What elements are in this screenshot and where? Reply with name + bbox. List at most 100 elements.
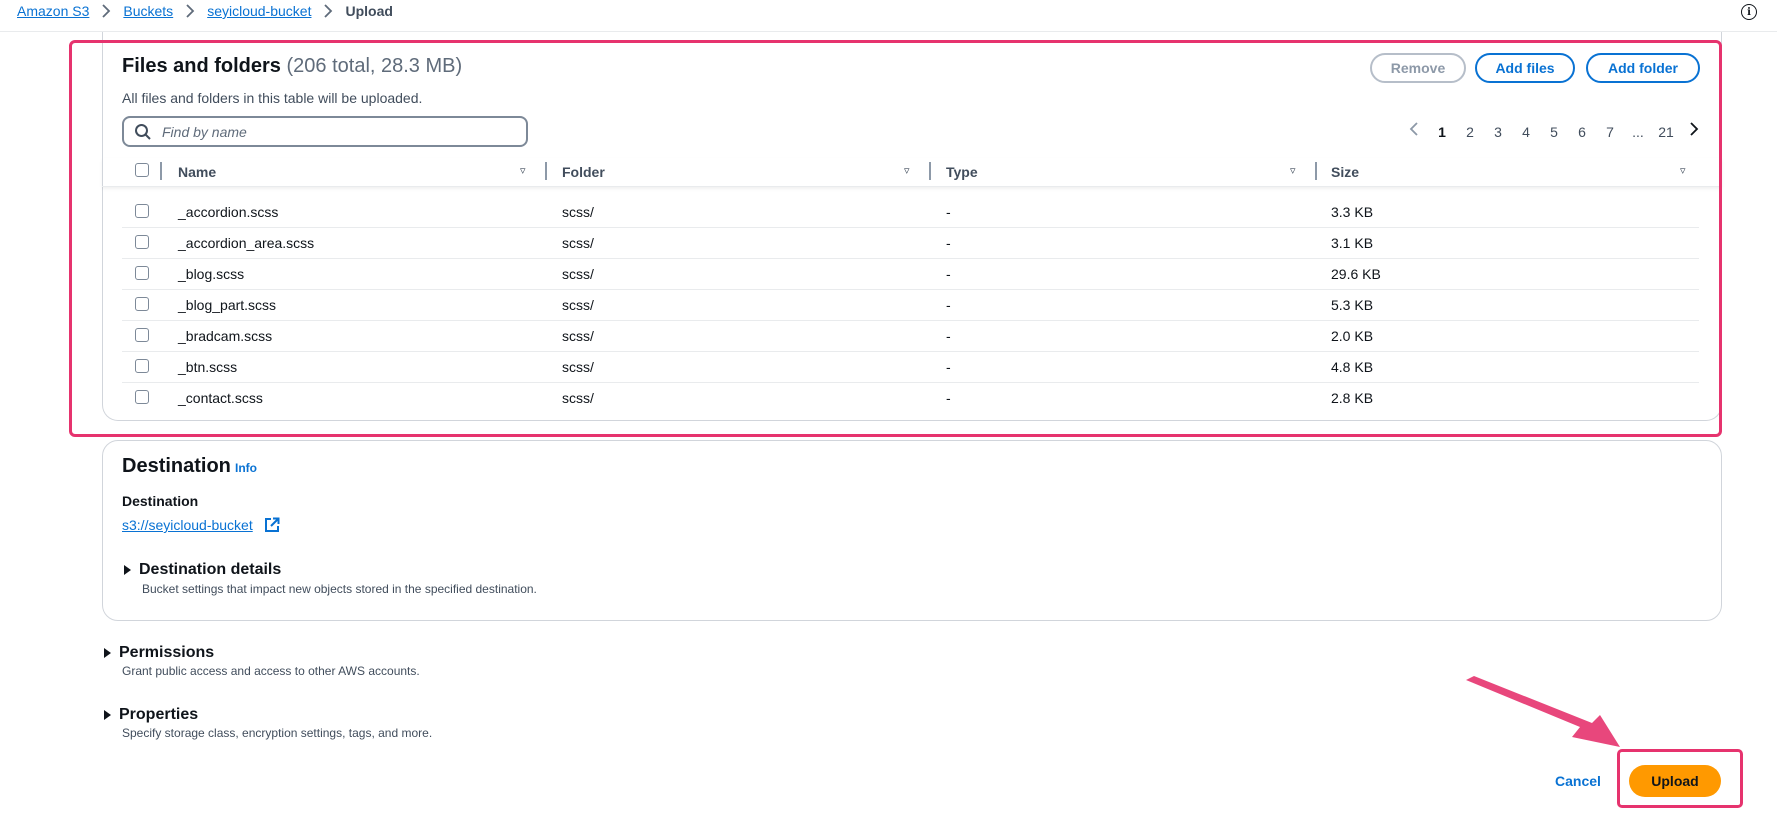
pagination: 1 2 3 4 5 6 7 ... 21 — [1400, 122, 1708, 141]
search-box — [122, 116, 528, 147]
page-1[interactable]: 1 — [1428, 124, 1456, 140]
file-folder: scss/ — [562, 235, 594, 251]
chevron-right-icon — [317, 3, 339, 19]
file-name: _accordion_area.scss — [178, 235, 315, 251]
table-header: Name ▿ Folder ▿ Type ▿ Size ▿ — [102, 158, 1722, 187]
column-divider[interactable] — [545, 162, 547, 180]
table-row: _contact.scss scss/ - 2.8 KB — [122, 382, 1699, 413]
file-size: 2.8 KB — [1331, 390, 1374, 406]
file-name: _blog.scss — [178, 266, 245, 282]
page-3[interactable]: 3 — [1484, 124, 1512, 140]
file-size: 3.1 KB — [1331, 235, 1374, 251]
file-type: - — [946, 328, 951, 344]
file-type: - — [946, 390, 951, 406]
cancel-button[interactable]: Cancel — [1555, 773, 1601, 789]
sort-folder-icon[interactable]: ▿ — [904, 164, 910, 177]
external-link-icon[interactable] — [264, 517, 280, 533]
pointer-arrow-annotation — [1466, 676, 1620, 747]
row-checkbox[interactable] — [135, 328, 149, 342]
properties-title: Properties — [119, 706, 199, 723]
column-divider — [160, 162, 162, 180]
file-type: - — [946, 297, 951, 313]
breadcrumb-amazon-s3[interactable]: Amazon S3 — [17, 3, 89, 19]
page-ellipsis: ... — [1632, 123, 1644, 140]
file-type: - — [946, 359, 951, 375]
sort-size-icon[interactable]: ▿ — [1680, 164, 1686, 177]
file-size: 29.6 KB — [1331, 266, 1381, 282]
table-row: _blog_part.scss scss/ - 5.3 KB — [122, 289, 1699, 321]
search-input[interactable] — [160, 122, 504, 141]
page-6[interactable]: 6 — [1568, 124, 1596, 140]
column-divider[interactable] — [1315, 162, 1317, 180]
page-21[interactable]: 21 — [1652, 124, 1680, 140]
column-header-name[interactable]: Name — [178, 164, 216, 180]
breadcrumb: Amazon S3 Buckets seyicloud-bucket Uploa… — [17, 3, 393, 19]
destination-title: Destination — [122, 455, 231, 477]
caret-right-icon — [104, 648, 111, 658]
file-type: - — [946, 204, 951, 220]
file-type: - — [946, 266, 951, 282]
destination-details-toggle[interactable]: Destination details — [124, 561, 281, 579]
destination-url-link[interactable]: s3://seyicloud-bucket — [122, 517, 253, 533]
file-folder: scss/ — [562, 359, 594, 375]
file-name: _blog_part.scss — [178, 297, 277, 313]
file-name: _contact.scss — [178, 390, 263, 406]
select-all-checkbox[interactable] — [135, 163, 149, 177]
breadcrumb-buckets[interactable]: Buckets — [123, 3, 173, 19]
destination-info-link[interactable]: Info — [235, 461, 257, 475]
file-size: 2.0 KB — [1331, 328, 1374, 344]
page-7[interactable]: 7 — [1596, 124, 1624, 140]
chevron-right-icon — [179, 3, 201, 19]
properties-description: Specify storage class, encryption settin… — [122, 726, 433, 740]
file-name: _accordion.scss — [178, 204, 279, 220]
add-files-button[interactable]: Add files — [1475, 53, 1575, 83]
column-header-folder[interactable]: Folder — [562, 164, 605, 180]
page-4[interactable]: 4 — [1512, 124, 1540, 140]
search-icon — [134, 123, 152, 141]
files-description: All files and folders in this table will… — [122, 90, 423, 106]
destination-details-description: Bucket settings that impact new objects … — [142, 582, 537, 596]
row-checkbox[interactable] — [135, 266, 149, 280]
chevron-right-icon — [95, 3, 117, 19]
top-bar: Amazon S3 Buckets seyicloud-bucket Uploa… — [0, 0, 1777, 32]
breadcrumb-bucket[interactable]: seyicloud-bucket — [207, 3, 311, 19]
row-checkbox[interactable] — [135, 235, 149, 249]
files-title: Files and folders (206 total, 28.3 MB) — [122, 55, 462, 78]
table-row: _btn.scss scss/ - 4.8 KB — [122, 351, 1699, 383]
add-folder-button[interactable]: Add folder — [1586, 53, 1700, 83]
properties-toggle[interactable]: Properties — [104, 706, 198, 724]
table-row: _bradcam.scss scss/ - 2.0 KB — [122, 320, 1699, 352]
file-folder: scss/ — [562, 390, 594, 406]
sort-name-icon[interactable]: ▿ — [520, 164, 526, 177]
info-icon[interactable]: i — [1741, 4, 1757, 20]
sort-type-icon[interactable]: ▿ — [1290, 164, 1296, 177]
row-checkbox[interactable] — [135, 204, 149, 218]
permissions-title: Permissions — [119, 644, 215, 661]
destination-label: Destination — [122, 493, 199, 509]
file-folder: scss/ — [562, 204, 594, 220]
table-row: _blog.scss scss/ - 29.6 KB — [122, 258, 1699, 290]
caret-right-icon — [124, 565, 131, 575]
row-checkbox[interactable] — [135, 297, 149, 311]
files-title-text: Files and folders — [122, 55, 281, 77]
file-folder: scss/ — [562, 328, 594, 344]
upload-highlight-annotation — [1617, 749, 1743, 808]
page-5[interactable]: 5 — [1540, 124, 1568, 140]
file-size: 3.3 KB — [1331, 204, 1374, 220]
row-checkbox[interactable] — [135, 359, 149, 373]
previous-page-icon[interactable] — [1400, 122, 1428, 141]
column-header-size[interactable]: Size — [1331, 164, 1359, 180]
page-2[interactable]: 2 — [1456, 124, 1484, 140]
file-type: - — [946, 235, 951, 251]
column-divider[interactable] — [929, 162, 931, 180]
breadcrumb-current: Upload — [345, 3, 393, 19]
table-row: _accordion_area.scss scss/ - 3.1 KB — [122, 227, 1699, 259]
destination-details-title: Destination details — [139, 561, 282, 578]
remove-button[interactable]: Remove — [1370, 53, 1466, 83]
row-checkbox[interactable] — [135, 390, 149, 404]
files-count: (206 total, 28.3 MB) — [286, 55, 463, 77]
permissions-toggle[interactable]: Permissions — [104, 644, 214, 662]
next-page-icon[interactable] — [1680, 122, 1708, 141]
column-header-type[interactable]: Type — [946, 164, 978, 180]
file-size: 4.8 KB — [1331, 359, 1374, 375]
